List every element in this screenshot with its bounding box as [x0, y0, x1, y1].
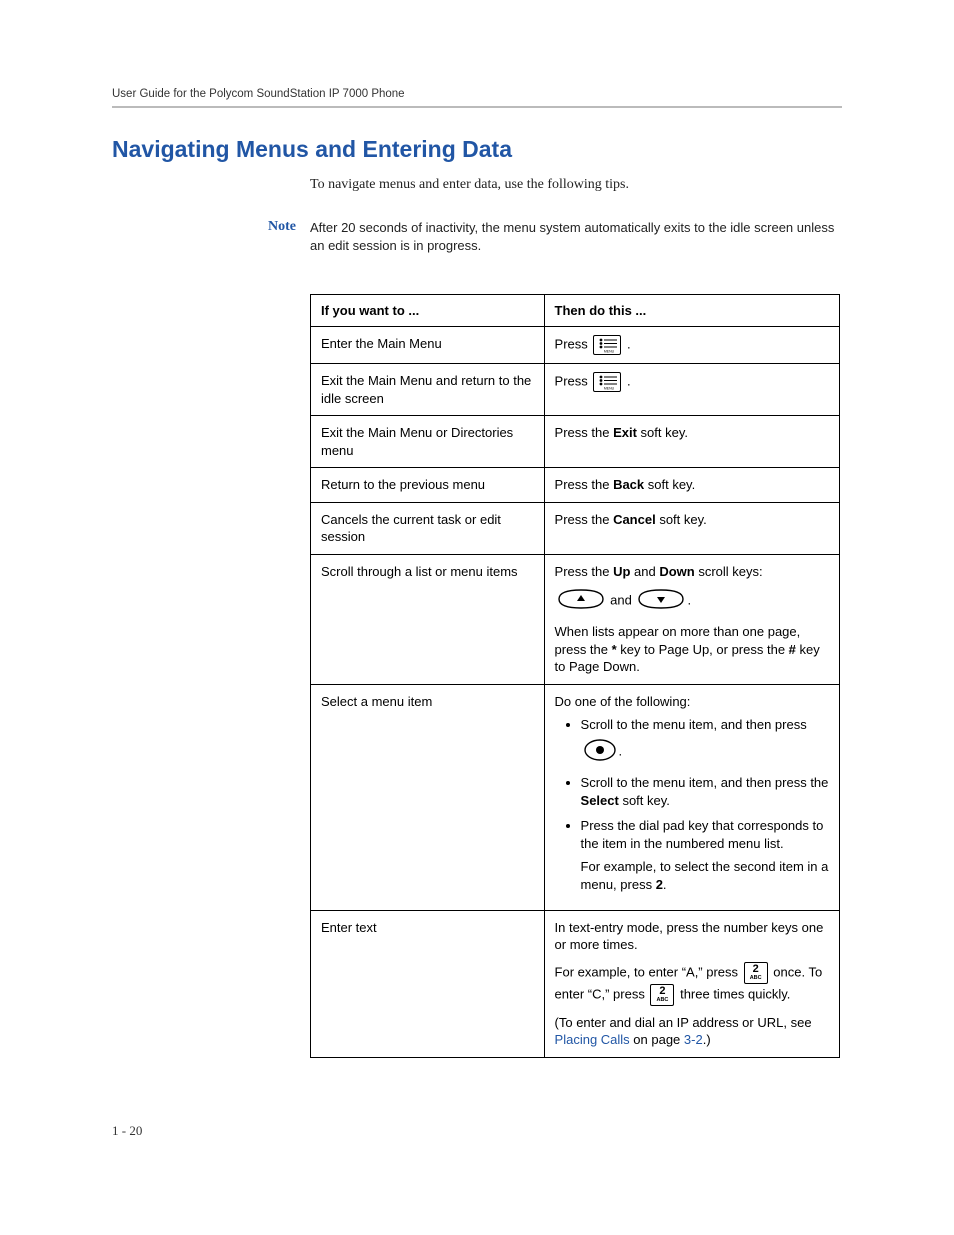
press-label: Press [555, 374, 588, 389]
cell-left: Select a menu item [311, 684, 545, 910]
page-ref-link[interactable]: 3-2 [684, 1032, 703, 1047]
cell-right: In text-entry mode, press the number key… [544, 910, 839, 1057]
bold-text: Up [613, 564, 630, 579]
text: (To enter and dial an IP address or URL,… [555, 1015, 812, 1030]
cell-right: Press the Back soft key. [544, 468, 839, 503]
table-row: Exit the Main Menu or Directories menu P… [311, 416, 840, 468]
digit-2-key-icon: 2ABC [650, 984, 674, 1006]
list-item: Scroll to the menu item, and then press … [581, 774, 829, 809]
text: In text-entry mode, press the number key… [555, 919, 829, 954]
cell-right: Press MENU . [544, 327, 839, 364]
cell-left: Return to the previous menu [311, 468, 545, 503]
table-row: Enter text In text-entry mode, press the… [311, 910, 840, 1057]
text: Press the [555, 477, 614, 492]
cell-left: Enter the Main Menu [311, 327, 545, 364]
cell-left: Scroll through a list or menu items [311, 554, 545, 684]
text: soft key. [644, 477, 695, 492]
table-row: Exit the Main Menu and return to the idl… [311, 364, 840, 416]
text: For example, to enter “A,” press [555, 964, 742, 979]
cell-right: Press the Up and Down scroll keys: and [544, 554, 839, 684]
table-row: Return to the previous menu Press the Ba… [311, 468, 840, 503]
digit-2-key-icon: 2ABC [744, 962, 768, 984]
cell-left: Cancels the current task or edit session [311, 502, 545, 554]
text: and [610, 593, 635, 608]
text: key to Page Up, or press the [617, 642, 789, 657]
placing-calls-link[interactable]: Placing Calls [555, 1032, 630, 1047]
bullet-list: Scroll to the menu item, and then press … [555, 716, 829, 893]
cell-right: Press the Exit soft key. [544, 416, 839, 468]
table-row: Enter the Main Menu Press MENU . [311, 327, 840, 364]
text: . [663, 877, 667, 892]
table-row: Scroll through a list or menu items Pres… [311, 554, 840, 684]
navigation-table: If you want to ... Then do this ... Ente… [310, 294, 840, 1058]
text: scroll keys: [695, 564, 763, 579]
text: and [630, 564, 659, 579]
bold-text: Back [613, 477, 644, 492]
list-item: Scroll to the menu item, and then press … [581, 716, 829, 766]
running-header: User Guide for the Polycom SoundStation … [112, 88, 842, 108]
text: .) [703, 1032, 711, 1047]
list-item: Press the dial pad key that corresponds … [581, 817, 829, 893]
intro-text: To navigate menus and enter data, use th… [310, 177, 842, 193]
bold-text: # [789, 642, 796, 657]
table-header-left: If you want to ... [311, 295, 545, 327]
note-block: Note After 20 seconds of inactivity, the… [236, 219, 842, 254]
text: Press the [555, 564, 614, 579]
svg-text:MENU: MENU [604, 387, 615, 391]
bold-text: 2 [656, 877, 663, 892]
text: Press the dial pad key that corresponds … [581, 817, 829, 852]
cell-right: Do one of the following: Scroll to the m… [544, 684, 839, 910]
menu-key-icon: MENU [593, 372, 621, 392]
text: three times quickly. [680, 986, 790, 1001]
press-label: Press [555, 337, 588, 352]
cell-right: Press MENU . [544, 364, 839, 416]
page-number: 1 - 20 [112, 1123, 142, 1139]
down-scroll-key-icon [637, 588, 685, 615]
section-title: Navigating Menus and Entering Data [112, 136, 842, 163]
text: Press the [555, 512, 614, 527]
menu-key-icon: MENU [593, 335, 621, 355]
note-text: After 20 seconds of inactivity, the menu… [310, 219, 842, 254]
table-row: Select a menu item Do one of the followi… [311, 684, 840, 910]
select-key-icon [583, 738, 617, 767]
cell-left: Exit the Main Menu or Directories menu [311, 416, 545, 468]
bold-text: Exit [613, 425, 637, 440]
up-scroll-key-icon [557, 588, 605, 615]
svg-text:MENU: MENU [604, 350, 615, 354]
table-header-right: Then do this ... [544, 295, 839, 327]
note-label: Note [236, 219, 310, 235]
text: Scroll to the menu item, and then press … [581, 775, 829, 790]
table-row: Cancels the current task or edit session… [311, 502, 840, 554]
text: soft key. [619, 793, 670, 808]
bold-text: Cancel [613, 512, 656, 527]
text: on page [630, 1032, 684, 1047]
cell-left: Enter text [311, 910, 545, 1057]
cell-right: Press the Cancel soft key. [544, 502, 839, 554]
text: soft key. [637, 425, 688, 440]
text: Scroll to the menu item, and then press [581, 716, 829, 734]
bold-text: Select [581, 793, 619, 808]
text: Press the [555, 425, 614, 440]
bold-text: Down [659, 564, 694, 579]
cell-left: Exit the Main Menu and return to the idl… [311, 364, 545, 416]
text: For example, to select the second item i… [581, 859, 829, 892]
text: soft key. [656, 512, 707, 527]
text: Do one of the following: [555, 693, 829, 711]
